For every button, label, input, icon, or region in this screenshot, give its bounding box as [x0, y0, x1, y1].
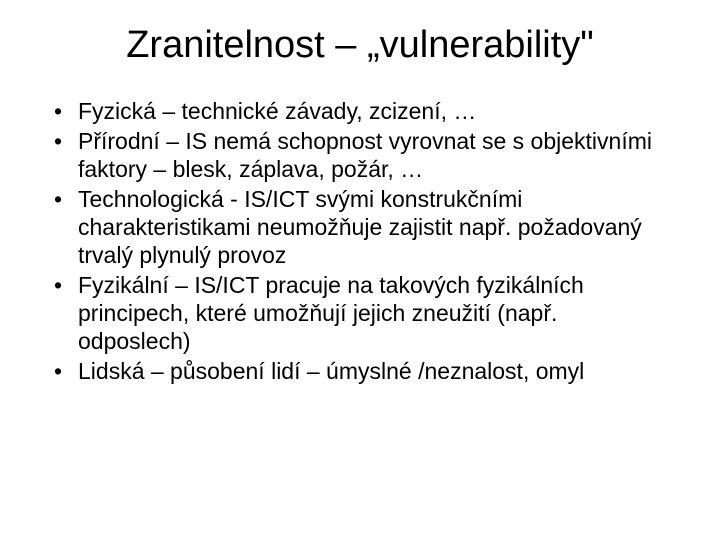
list-item: Fyzikální – IS/ICT pracuje na takových f… [78, 271, 670, 355]
list-item: Lidská – působení lidí – úmyslné /neznal… [78, 357, 670, 385]
bullet-list: Fyzická – technické závady, zcizení, … P… [50, 97, 670, 385]
list-item: Fyzická – technické závady, zcizení, … [78, 97, 670, 125]
slide-title: Zranitelnost – „vulnerability" [50, 24, 670, 67]
slide: Zranitelnost – „vulnerability" Fyzická –… [0, 0, 720, 540]
list-item: Technologická - IS/ICT svými konstrukční… [78, 185, 670, 269]
list-item: Přírodní – IS nemá schopnost vyrovnat se… [78, 127, 670, 183]
